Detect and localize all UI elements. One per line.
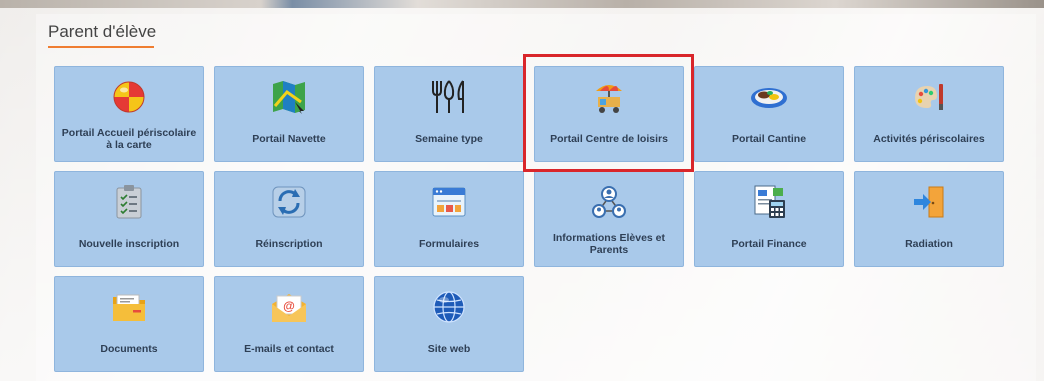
people-network-icon — [535, 184, 683, 220]
tile-site-web[interactable]: Site web — [374, 276, 524, 372]
tile-formulaires[interactable]: Formulaires — [374, 171, 524, 267]
tile-label: Portail Accueil périscolaire à la carte — [61, 127, 197, 151]
header-image-strip — [0, 0, 1044, 8]
tile-portail-cantine[interactable]: Portail Cantine — [694, 66, 844, 162]
tile-semaine-type[interactable]: Semaine type — [374, 66, 524, 162]
tile-label: E-mails et contact — [244, 343, 334, 355]
refresh-arrows-icon — [215, 184, 363, 220]
tile-reinscription[interactable]: Réinscription — [214, 171, 364, 267]
highlight-box — [523, 54, 694, 172]
tile-label: Activités périscolaires — [873, 133, 985, 145]
tile-documents[interactable]: Documents — [54, 276, 204, 372]
folder-icon — [55, 289, 203, 325]
tile-label: Portail Finance — [731, 238, 807, 250]
tile-label: Semaine type — [415, 133, 483, 145]
tile-label: Informations Elèves et Parents — [552, 232, 666, 256]
envelope-at-icon: @ — [215, 289, 363, 325]
clipboard-checklist-icon — [55, 184, 203, 220]
tile-label: Documents — [100, 343, 158, 355]
form-window-icon — [375, 184, 523, 220]
globe-icon — [375, 289, 523, 325]
tile-label: Portail Cantine — [731, 133, 807, 145]
section-title: Parent d'élève — [48, 22, 157, 41]
cutlery-icon — [375, 79, 523, 115]
tile-activites-periscolaires[interactable]: Activités périscolaires — [854, 66, 1004, 162]
tile-nouvelle-inscription[interactable]: Nouvelle inscription — [54, 171, 204, 267]
tile-label: Radiation — [905, 238, 953, 250]
tile-label: Site web — [427, 343, 471, 355]
tile-radiation[interactable]: Radiation — [854, 171, 1004, 267]
section-title-underline — [48, 46, 154, 48]
tile-portail-accueil-periscolaire[interactable]: Portail Accueil périscolaire à la carte — [54, 66, 204, 162]
exit-door-icon — [855, 184, 1003, 220]
paint-palette-icon — [855, 79, 1003, 115]
tile-label: Nouvelle inscription — [78, 238, 180, 250]
invoice-calculator-icon — [695, 184, 843, 220]
tile-portail-navette[interactable]: Portail Navette — [214, 66, 364, 162]
beach-ball-icon — [55, 79, 203, 115]
tile-label: Formulaires — [418, 238, 480, 250]
meal-plate-icon — [695, 79, 843, 115]
tile-label: Portail Navette — [252, 133, 326, 145]
tile-informations-eleves-parents[interactable]: Informations Elèves et Parents — [534, 171, 684, 267]
svg-text:@: @ — [283, 299, 295, 313]
tile-label: Réinscription — [255, 238, 323, 250]
map-icon — [215, 79, 363, 115]
tile-emails-contact[interactable]: @ E-mails et contact — [214, 276, 364, 372]
tile-portail-finance[interactable]: Portail Finance — [694, 171, 844, 267]
